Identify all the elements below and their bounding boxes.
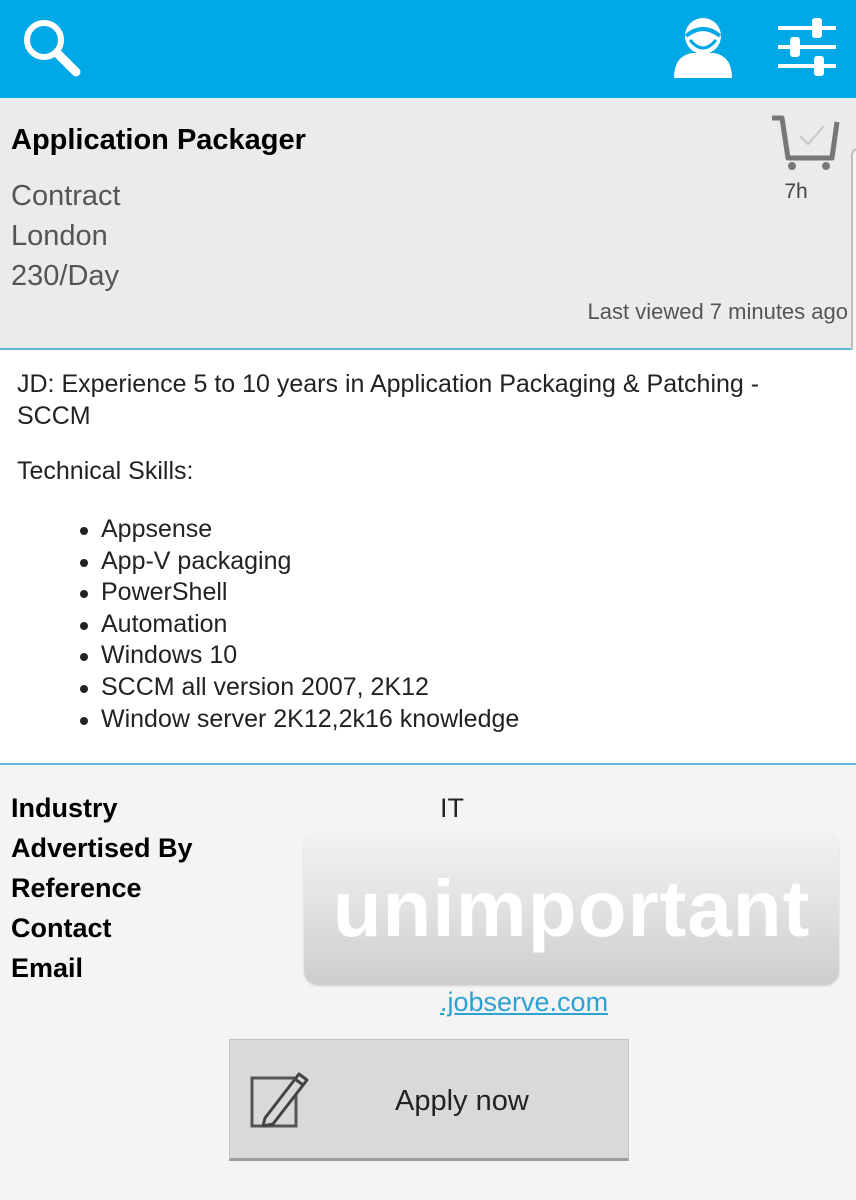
contact-label: Contact [11, 913, 112, 943]
apply-now-label: Apply now [395, 1085, 529, 1117]
skill-item: PowerShell [79, 577, 519, 609]
job-type: Contract [11, 180, 121, 212]
redaction-text: unimportant [332, 864, 811, 953]
user-profile-icon[interactable] [670, 16, 736, 80]
advertised-by-label: Advertised By [11, 833, 193, 863]
job-age: 7h [784, 180, 808, 203]
job-description: JD: Experience 5 to 10 years in Applicat… [0, 350, 856, 765]
top-toolbar [0, 0, 856, 98]
job-title: Application Packager [11, 124, 306, 156]
industry-label: Industry [11, 793, 118, 823]
pen-edit-icon [249, 1070, 311, 1130]
apply-now-button[interactable]: Apply now [229, 1039, 629, 1161]
redaction-overlay: unimportant [304, 833, 839, 985]
skill-item: App-V packaging [79, 546, 519, 578]
last-viewed-text: Last viewed 7 minutes ago [587, 299, 849, 324]
job-rate: 230/Day [11, 260, 120, 292]
job-details: Industry Advertised By Reference Contact… [0, 765, 856, 1200]
skill-item: Appsense [79, 514, 519, 546]
email-label: Email [11, 953, 84, 983]
jd-text: JD: Experience 5 to 10 years in Applicat… [17, 370, 760, 430]
shopping-cart-check-icon[interactable] [768, 114, 840, 172]
skills-heading: Technical Skills: [17, 457, 194, 485]
industry-value: IT [440, 793, 464, 823]
job-location: London [11, 220, 108, 252]
skill-item: Automation [79, 609, 519, 641]
skills-list: Appsense App-V packaging PowerShell Auto… [79, 514, 519, 736]
search-icon[interactable] [20, 16, 84, 80]
skill-item: Window server 2K12,2k16 knowledge [79, 704, 519, 736]
skill-item: SCCM all version 2007, 2K12 [79, 672, 519, 704]
skill-item: Windows 10 [79, 640, 519, 672]
email-link[interactable]: .jobserve.com [440, 987, 608, 1018]
filter-sliders-icon[interactable] [776, 16, 838, 78]
job-summary: Application Packager Contract London 230… [0, 98, 856, 350]
reference-label: Reference [11, 873, 142, 903]
